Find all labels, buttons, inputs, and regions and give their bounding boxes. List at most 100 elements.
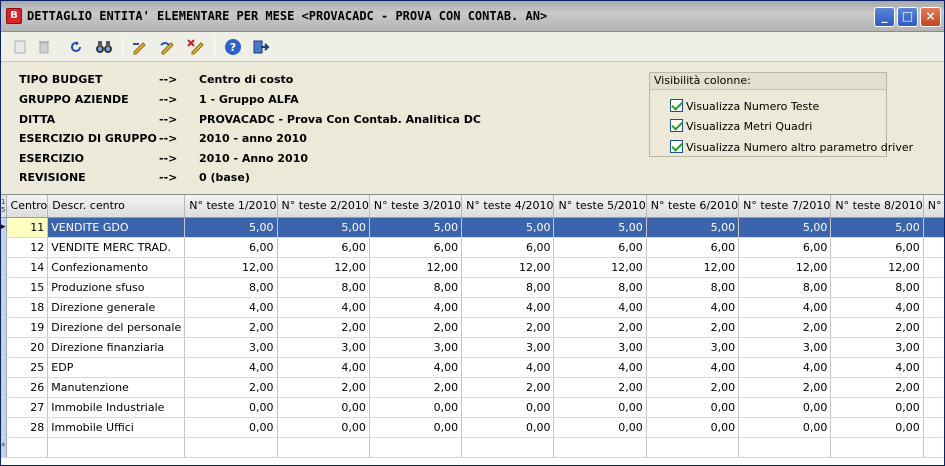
table-row[interactable]: 25 EDP 4,00 4,00 4,00 4,00 4,00 4,00 4,00 4,00 [1,357,944,378]
grid-corner-cell[interactable]: 1 5 [1,195,7,218]
cell-value[interactable]: 6,00 [646,237,740,258]
table-row[interactable]: 12 VENDITE MERC TRAD. 6,00 6,00 6,00 6,00 6,00… [1,237,944,258]
cell-value[interactable]: 3,00 [646,337,740,358]
cell-value[interactable]: 2,00 [184,317,278,338]
cell-empty[interactable] [369,437,463,458]
cell-value[interactable]: 12,00 [553,257,647,278]
cell-value[interactable]: 6,00 [277,237,370,258]
cell-centro[interactable]: 15 [6,277,49,298]
cell-value[interactable]: 8,00 [553,277,647,298]
cell-value[interactable]: 0,00 [461,397,555,418]
delete-icon[interactable] [33,36,55,58]
table-row[interactable]: 27 Immobile Industriale 0,00 0,00 0,00 0,00 0,… [1,397,944,418]
cell-value[interactable]: 12,00 [646,257,740,278]
search-binoculars-icon[interactable] [93,36,115,58]
cell-value[interactable]: 12,00 [277,257,370,278]
cell-value[interactable]: 2,00 [461,317,555,338]
minimize-button[interactable]: _ [874,7,895,27]
cell-value[interactable]: 4,00 [830,357,924,378]
cell-value[interactable]: 2,00 [646,317,740,338]
cell-value[interactable]: 4,00 [738,297,832,318]
exit-icon[interactable] [250,36,272,58]
cell-descr[interactable]: Direzione generale [47,297,186,318]
cell-value[interactable]: 4,00 [646,357,740,378]
cell-value[interactable]: 4,00 [553,357,647,378]
cell-value[interactable]: 4,00 [461,357,555,378]
close-button[interactable]: × [920,7,941,27]
cell-empty[interactable] [830,437,924,458]
cell-value[interactable]: 6,00 [553,237,647,258]
cell-value-partial[interactable] [923,377,944,398]
cell-value[interactable]: 5,00 [646,217,740,238]
cell-empty[interactable] [461,437,555,458]
cell-value[interactable]: 3,00 [184,337,278,358]
cell-value[interactable]: 12,00 [830,257,924,278]
refresh-icon[interactable] [65,36,87,58]
cell-value[interactable]: 2,00 [461,377,555,398]
cell-value-partial[interactable] [923,317,944,338]
column-header-month[interactable]: N° teste 3/2010 [369,195,463,218]
cell-descr[interactable]: Immobile Uffici [47,417,186,438]
checkbox-checked-icon[interactable] [670,140,683,153]
cell-value[interactable]: 2,00 [738,377,832,398]
cell-value[interactable]: 2,00 [277,377,370,398]
cell-descr[interactable]: EDP [47,357,186,378]
cell-value[interactable]: 8,00 [830,277,924,298]
cell-value[interactable]: 4,00 [369,357,463,378]
cell-value[interactable]: 12,00 [184,257,278,278]
cell-value-partial[interactable] [923,397,944,418]
cell-centro[interactable]: 19 [6,317,49,338]
cell-value[interactable]: 2,00 [184,377,278,398]
cell-value[interactable]: 8,00 [461,277,555,298]
cell-value[interactable]: 12,00 [738,257,832,278]
visibility-checkbox-altro-parametro[interactable]: Visualizza Numero altro parametro driver [670,140,913,156]
cell-value[interactable]: 4,00 [184,297,278,318]
cell-value[interactable]: 0,00 [646,397,740,418]
cell-centro[interactable]: 20 [6,337,49,358]
cell-value[interactable]: 5,00 [738,217,832,238]
cell-value[interactable]: 3,00 [369,337,463,358]
cell-value-partial[interactable] [923,357,944,378]
column-header-month[interactable]: N° teste 8/2010 [830,195,924,218]
cell-value[interactable]: 4,00 [277,357,370,378]
cell-value[interactable]: 4,00 [277,297,370,318]
cell-value[interactable]: 3,00 [738,337,832,358]
cell-value[interactable]: 0,00 [461,417,555,438]
cell-value[interactable]: 6,00 [369,237,463,258]
cell-value[interactable]: 0,00 [184,397,278,418]
cell-value[interactable]: 3,00 [277,337,370,358]
edit-undo-icon[interactable] [157,36,179,58]
cell-centro[interactable]: 28 [6,417,49,438]
cell-value[interactable]: 0,00 [277,417,370,438]
cell-value[interactable]: 5,00 [553,217,647,238]
column-header-month[interactable]: N° teste 7/2010 [738,195,832,218]
cell-descr[interactable]: Confezionamento [47,257,186,278]
cell-value[interactable]: 4,00 [184,357,278,378]
column-header-month[interactable]: N° teste 6/2010 [646,195,740,218]
title-bar[interactable]: B DETTAGLIO ENTITA' ELEMENTARE PER MESE … [1,1,944,32]
cell-value[interactable]: 0,00 [830,397,924,418]
cell-centro[interactable]: 12 [6,237,49,258]
cell-value[interactable]: 4,00 [646,297,740,318]
cell-value[interactable]: 6,00 [738,237,832,258]
cell-value[interactable]: 12,00 [461,257,555,278]
cell-value[interactable]: 2,00 [369,377,463,398]
cell-centro[interactable]: 14 [6,257,49,278]
cell-value[interactable]: 6,00 [184,237,278,258]
checkbox-checked-icon[interactable] [670,99,683,112]
cell-centro[interactable]: 18 [6,297,49,318]
cell-value[interactable]: 2,00 [553,317,647,338]
cell-value[interactable]: 8,00 [184,277,278,298]
cell-descr[interactable]: Produzione sfuso [47,277,186,298]
cell-value[interactable]: 3,00 [553,337,647,358]
column-header-centro[interactable]: Centro [6,195,49,218]
column-header-month[interactable]: N° tes [923,195,944,218]
cell-value[interactable]: 0,00 [553,397,647,418]
cell-value[interactable]: 0,00 [646,417,740,438]
cell-descr[interactable]: Direzione finanziaria [47,337,186,358]
cell-empty[interactable] [553,437,647,458]
cell-descr[interactable]: Immobile Industriale [47,397,186,418]
cell-value-partial[interactable] [923,297,944,318]
table-row[interactable]: 18 Direzione generale 4,00 4,00 4,00 4,00 4,00… [1,297,944,318]
cell-value-partial[interactable] [923,417,944,438]
